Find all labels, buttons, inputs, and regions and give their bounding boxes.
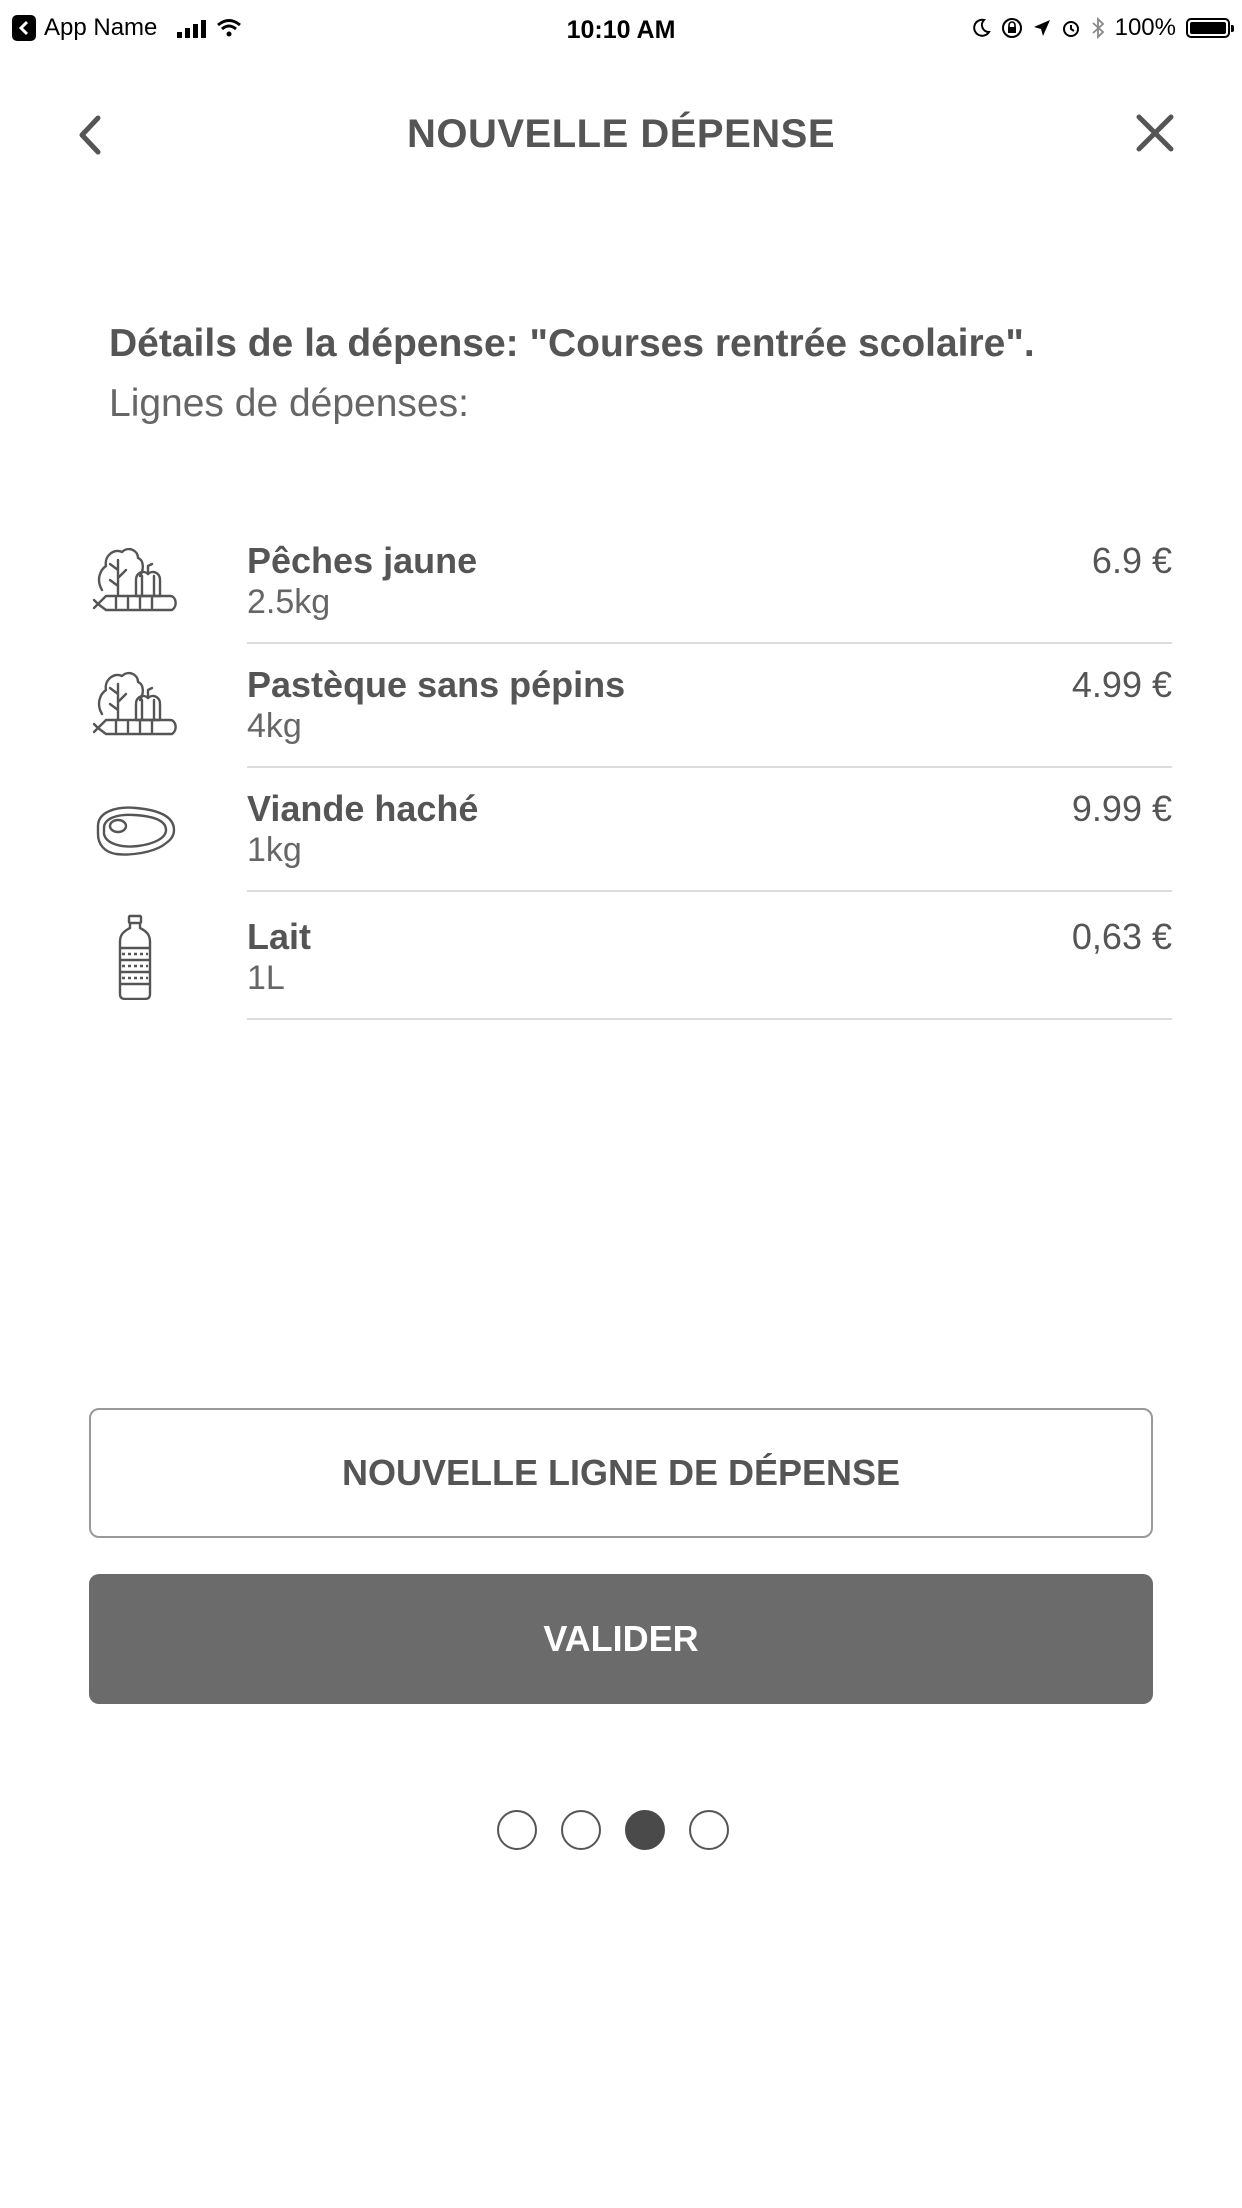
expense-row[interactable]: Viande haché 1kg 9.99 € (0, 768, 1242, 892)
vegetables-icon (92, 547, 177, 612)
battery-percentage: 100% (1114, 14, 1176, 41)
rotation-lock-icon (1001, 18, 1022, 38)
expense-row[interactable]: Lait 1L 0,63 € (0, 892, 1242, 1020)
bluetooth-icon (1092, 17, 1104, 39)
expense-price: 9.99 € (1071, 788, 1172, 829)
location-arrow-icon (1033, 20, 1050, 36)
expense-details-title: Détails de la dépense: "Courses rentrée … (109, 322, 1035, 365)
close-icon (1136, 114, 1174, 152)
bottle-icon (118, 914, 152, 1000)
moon-icon (972, 18, 991, 37)
expense-price: 6.9 € (1091, 540, 1172, 581)
expense-row-text: Pêches jaune 2.5kg (247, 540, 477, 622)
status-bar-right: 100% (971, 14, 1234, 42)
expense-quantity: 1L (247, 959, 285, 997)
expense-lines-label: Lignes de dépenses: (109, 382, 469, 425)
expense-name: Pêches jaune (247, 540, 478, 581)
expense-list: Pêches jaune 2.5kg 6.9 € Pastèque sans p… (0, 520, 1242, 1020)
status-bar: App Name 10:10 AM 100% (0, 0, 1242, 60)
expense-name: Viande haché (247, 788, 479, 829)
expense-name: Lait (247, 916, 312, 957)
expense-row[interactable]: Pastèque sans pépins 4kg 4.99 € (0, 644, 1242, 768)
vegetables-icon (92, 671, 177, 736)
expense-price: 0,63 € (1071, 916, 1172, 957)
expense-quantity: 1kg (247, 831, 302, 869)
expense-row[interactable]: Pêches jaune 2.5kg 6.9 € (0, 520, 1242, 644)
page-dot-active[interactable] (625, 1810, 665, 1850)
expense-name: Pastèque sans pépins (247, 664, 626, 705)
close-button[interactable] (1130, 108, 1180, 158)
page-dot[interactable] (561, 1810, 601, 1850)
battery-icon (1186, 18, 1234, 38)
expense-row-text: Pastèque sans pépins 4kg (247, 664, 625, 746)
alarm-icon (1062, 21, 1079, 37)
page-title: NOUVELLE DÉPENSE (406, 112, 836, 156)
expense-quantity: 4kg (247, 707, 302, 745)
row-divider (247, 1018, 1172, 1020)
page-indicator (497, 1810, 729, 1850)
new-expense-line-button[interactable]: NOUVELLE LIGNE DE DÉPENSE (89, 1408, 1153, 1538)
expense-row-text: Lait 1L (247, 916, 311, 998)
page-dot[interactable] (497, 1810, 537, 1850)
meat-icon (96, 806, 176, 856)
validate-button[interactable]: VALIDER (89, 1574, 1153, 1704)
page-dot[interactable] (689, 1810, 729, 1850)
expense-row-text: Viande haché 1kg (247, 788, 478, 870)
expense-quantity: 2.5kg (247, 583, 331, 621)
expense-price: 4.99 € (1071, 664, 1172, 705)
